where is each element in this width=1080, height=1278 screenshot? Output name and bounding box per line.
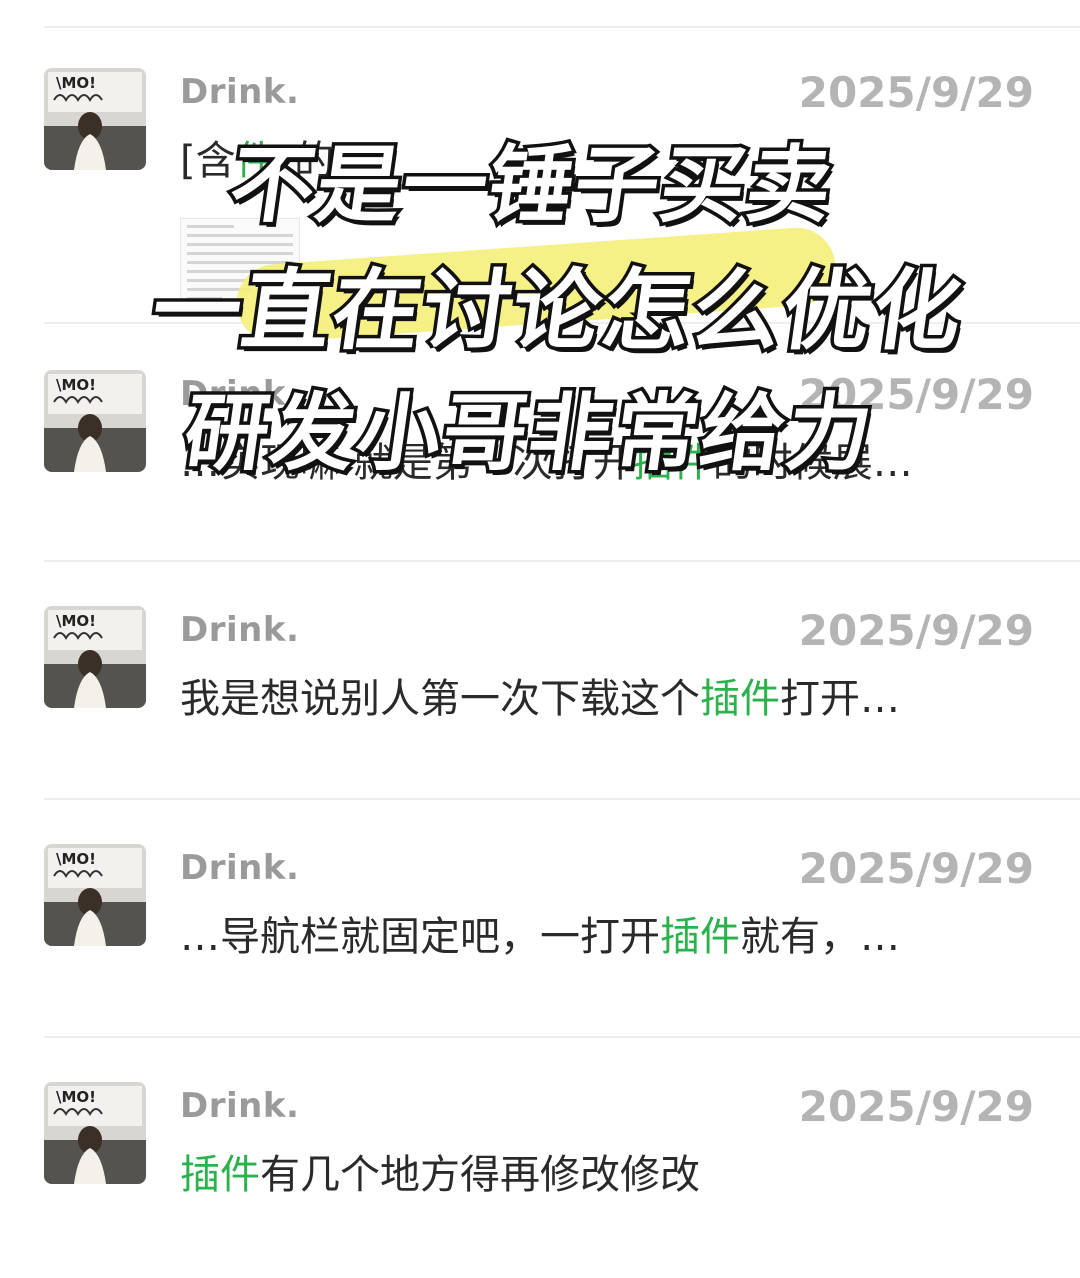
avatar[interactable]: \MO!: [44, 606, 146, 708]
svg-text:\MO!: \MO!: [56, 74, 96, 92]
keyword-highlight: 插件: [632, 440, 713, 486]
message-text: 的时候展…: [712, 440, 913, 486]
avatar[interactable]: \MO!: [44, 844, 146, 946]
divider: [44, 798, 1080, 800]
sender-name: Drink.: [180, 848, 300, 888]
divider: [44, 322, 1080, 324]
sender-name: Drink.: [180, 72, 300, 112]
message-preview: 我是想说别人第一次下载这个插件打开…: [180, 666, 1040, 724]
svg-text:\MO!: \MO!: [56, 1088, 96, 1106]
message-row[interactable]: \MO! Drink. 2025/9/29 …实现嘛 就是第一次打开插件的时候展…: [0, 330, 1080, 566]
keyword-highlight: 插件: [180, 1152, 260, 1198]
keyword-highlight: 插件: [660, 914, 740, 960]
avatar-photo: \MO!: [44, 1082, 146, 1184]
avatar[interactable]: \MO!: [44, 68, 146, 170]
message-text: 就有，…: [740, 914, 900, 960]
avatar-photo: \MO!: [44, 606, 146, 708]
message-row[interactable]: \MO! Drink. 2025/9/29 插件有几个地方得再修改修改: [0, 1042, 1080, 1278]
message-date: 2025/9/29: [798, 606, 1034, 655]
message-text: 我是想说别人第一次下载这个: [180, 676, 700, 722]
avatar[interactable]: \MO!: [44, 370, 146, 472]
message-text: 有几个地方得再修改修改: [260, 1152, 700, 1198]
keyword-highlight: 件: [235, 138, 276, 184]
message-row[interactable]: \MO! Drink. 2025/9/29 我是想说别人第一次下载这个插件打开…: [0, 566, 1080, 802]
message-text: …导航栏就固定吧，一打开: [180, 914, 660, 960]
sender-name: Drink.: [180, 610, 300, 650]
message-row[interactable]: \MO! Drink. 2025/9/29 [含件"的: [0, 28, 1080, 310]
message-preview: 插件有几个地方得再修改修改: [180, 1142, 1040, 1200]
svg-text:\MO!: \MO!: [56, 612, 96, 630]
message-text: 打开…: [780, 676, 900, 722]
message-text: …实现嘛 就是第一次打开: [180, 440, 633, 486]
divider: [44, 560, 1080, 562]
message-date: 2025/9/29: [798, 68, 1034, 117]
avatar-photo: \MO!: [44, 68, 146, 170]
message-preview: …实现嘛 就是第一次打开插件的时候展…: [180, 430, 1040, 488]
message-date: 2025/9/29: [798, 370, 1034, 419]
divider: [44, 1036, 1080, 1038]
avatar-photo: \MO!: [44, 370, 146, 472]
image-thumbnail[interactable]: [180, 218, 300, 310]
keyword-highlight: 插件: [700, 676, 780, 722]
avatar-photo: \MO!: [44, 844, 146, 946]
message-row[interactable]: \MO! Drink. 2025/9/29 …导航栏就固定吧，一打开插件就有，…: [0, 804, 1080, 1040]
message-preview: …导航栏就固定吧，一打开插件就有，…: [180, 904, 1040, 962]
message-text: "的: [275, 138, 335, 184]
sender-name: Drink.: [180, 374, 300, 414]
sender-name: Drink.: [180, 1086, 300, 1126]
message-text: [含: [180, 138, 236, 184]
svg-text:\MO!: \MO!: [56, 850, 96, 868]
search-results-list: \MO! Drink. 2025/9/29 [含件"的 \MO! Drink. …: [0, 0, 1080, 1260]
avatar[interactable]: \MO!: [44, 1082, 146, 1184]
message-date: 2025/9/29: [798, 1082, 1034, 1131]
message-preview: [含件"的: [180, 128, 1040, 186]
svg-text:\MO!: \MO!: [56, 376, 96, 394]
message-date: 2025/9/29: [798, 844, 1034, 893]
